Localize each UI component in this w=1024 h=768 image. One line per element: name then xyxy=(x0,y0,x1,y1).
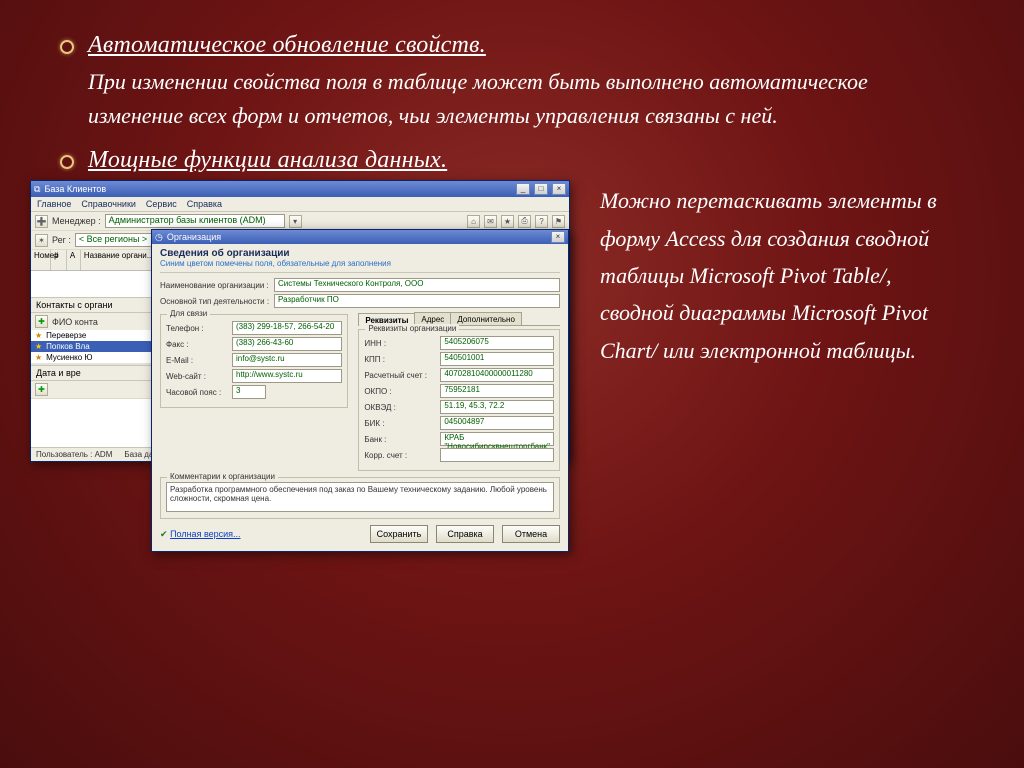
heading-analysis: Мощные функции анализа данных. xyxy=(88,147,447,174)
contacts-legend: Для связи xyxy=(167,309,210,318)
bank-label: Банк : xyxy=(364,435,436,444)
dropdown-icon[interactable]: ▾ xyxy=(289,215,302,228)
bank-input[interactable]: КРАБ "Новосибирсквнешторгбанк" (ЗАО) xyxy=(440,432,554,446)
orgname-input[interactable]: Системы Технического Контроля, ООО xyxy=(274,278,560,292)
app-title: База Клиентов xyxy=(44,184,106,194)
manager-select[interactable]: Администратор базы клиентов (ADM) xyxy=(105,214,285,228)
orgname-label: Наименование организации : xyxy=(160,281,270,290)
menubar: Главное Справочники Сервис Справка xyxy=(31,197,569,212)
menu-help[interactable]: Справка xyxy=(187,199,222,209)
manager-label: Менеджер : xyxy=(52,216,101,226)
web-label: Web-сайт : xyxy=(166,372,228,381)
okpo-label: ОКПО : xyxy=(364,387,436,396)
tab-additional[interactable]: Дополнительно xyxy=(450,312,522,325)
inn-input[interactable]: 5405206075 xyxy=(440,336,554,350)
email-label: E-Mail : xyxy=(166,356,228,365)
phone-label: Телефон : xyxy=(166,324,228,333)
bullet-icon xyxy=(60,40,74,54)
col[interactable]: # xyxy=(51,250,67,270)
add-icon[interactable]: ✚ xyxy=(35,383,48,396)
col[interactable]: Номер xyxy=(31,250,51,270)
dialog-icon: ◷ xyxy=(155,232,163,243)
dialog-close-button[interactable]: × xyxy=(551,231,565,243)
comment-legend: Комментарии к организации xyxy=(167,472,278,481)
bullet-icon xyxy=(60,155,74,169)
help-button[interactable]: Справка xyxy=(436,525,494,543)
tz-input[interactable]: 3 xyxy=(232,385,266,399)
okved-label: ОКВЭД : xyxy=(364,403,436,412)
paragraph-auto-update: При изменении свойства поля в таблице мо… xyxy=(88,65,964,133)
rs-input[interactable]: 40702810400000011280 xyxy=(440,368,554,382)
dialog-titlebar[interactable]: ◷ Организация × xyxy=(152,230,568,244)
maximize-button[interactable]: □ xyxy=(534,183,548,195)
okpo-input[interactable]: 75952181 xyxy=(440,384,554,398)
menu-main[interactable]: Главное xyxy=(37,199,71,209)
add-icon[interactable]: ✚ xyxy=(35,315,48,328)
organization-dialog: ◷ Организация × Сведения об организации … xyxy=(151,229,569,552)
comment-textarea[interactable]: Разработка программного обеспечения под … xyxy=(166,482,554,512)
requisites-fieldset: Реквизиты организации ИНН :5405206075 КП… xyxy=(358,329,560,471)
bik-label: БИК : xyxy=(364,419,436,428)
web-input[interactable]: http://www.systc.ru xyxy=(232,369,342,383)
ks-label: Корр. счет : xyxy=(364,451,436,460)
dialog-subtext: Синим цветом помечены поля, обязательные… xyxy=(160,259,560,268)
dialog-title: Организация xyxy=(167,232,221,242)
toolbar-btn[interactable]: ⎙ xyxy=(518,215,531,228)
toolbar-btn[interactable]: ? xyxy=(535,215,548,228)
toolbar-btn[interactable]: ★ xyxy=(501,215,514,228)
rs-label: Расчетный счет : xyxy=(364,371,436,380)
email-input[interactable]: info@systc.ru xyxy=(232,353,342,367)
ks-input[interactable] xyxy=(440,448,554,462)
inn-label: ИНН : xyxy=(364,339,436,348)
reg-label: Рег : xyxy=(52,235,71,245)
requisites-legend: Реквизиты организации xyxy=(365,324,459,333)
kpp-label: КПП : xyxy=(364,355,436,364)
dialog-heading: Сведения об организации xyxy=(160,248,560,259)
toolbar-btn[interactable]: ⚑ xyxy=(552,215,565,228)
okved-input[interactable]: 51.19, 45.3, 72.2 xyxy=(440,400,554,414)
app-icon: ⧉ xyxy=(34,184,40,195)
filter-icon[interactable]: ✶ xyxy=(35,234,48,247)
bik-input[interactable]: 045004897 xyxy=(440,416,554,430)
fax-input[interactable]: (383) 266-43-60 xyxy=(232,337,342,351)
fio-label: ФИО конта xyxy=(52,317,98,327)
minimize-button[interactable]: _ xyxy=(516,183,530,195)
app-window: ⧉ База Клиентов _ □ × Главное Справочник… xyxy=(30,180,570,462)
paragraph-analysis: Можно перетаскивать элементы в форму Acc… xyxy=(600,180,964,369)
toolbar-btn[interactable]: ⌂ xyxy=(467,215,480,228)
toolbar-icon[interactable]: ➕ xyxy=(35,215,48,228)
toolbar-btn[interactable]: ✉ xyxy=(484,215,497,228)
kpp-input[interactable]: 540501001 xyxy=(440,352,554,366)
maintype-input[interactable]: Разработчик ПО xyxy=(274,294,560,308)
heading-auto-update: Автоматическое обновление свойств. xyxy=(88,32,486,59)
contacts-fieldset: Для связи Телефон :(383) 299-18-57, 266-… xyxy=(160,314,348,408)
col[interactable]: А xyxy=(67,250,81,270)
comment-fieldset: Комментарии к организации Разработка про… xyxy=(160,477,560,519)
phone-input[interactable]: (383) 299-18-57, 266-54-20 xyxy=(232,321,342,335)
fax-label: Факс : xyxy=(166,340,228,349)
menu-service[interactable]: Сервис xyxy=(146,199,177,209)
status-user: Пользователь : ADM xyxy=(36,450,112,459)
menu-dict[interactable]: Справочники xyxy=(81,199,136,209)
full-version-link[interactable]: Полная версия... xyxy=(170,529,240,539)
maintype-label: Основной тип деятельности : xyxy=(160,297,270,306)
titlebar[interactable]: ⧉ База Клиентов _ □ × xyxy=(31,181,569,197)
cancel-button[interactable]: Отмена xyxy=(502,525,560,543)
close-button[interactable]: × xyxy=(552,183,566,195)
save-button[interactable]: Сохранить xyxy=(370,525,428,543)
tz-label: Часовой пояс : xyxy=(166,388,228,397)
